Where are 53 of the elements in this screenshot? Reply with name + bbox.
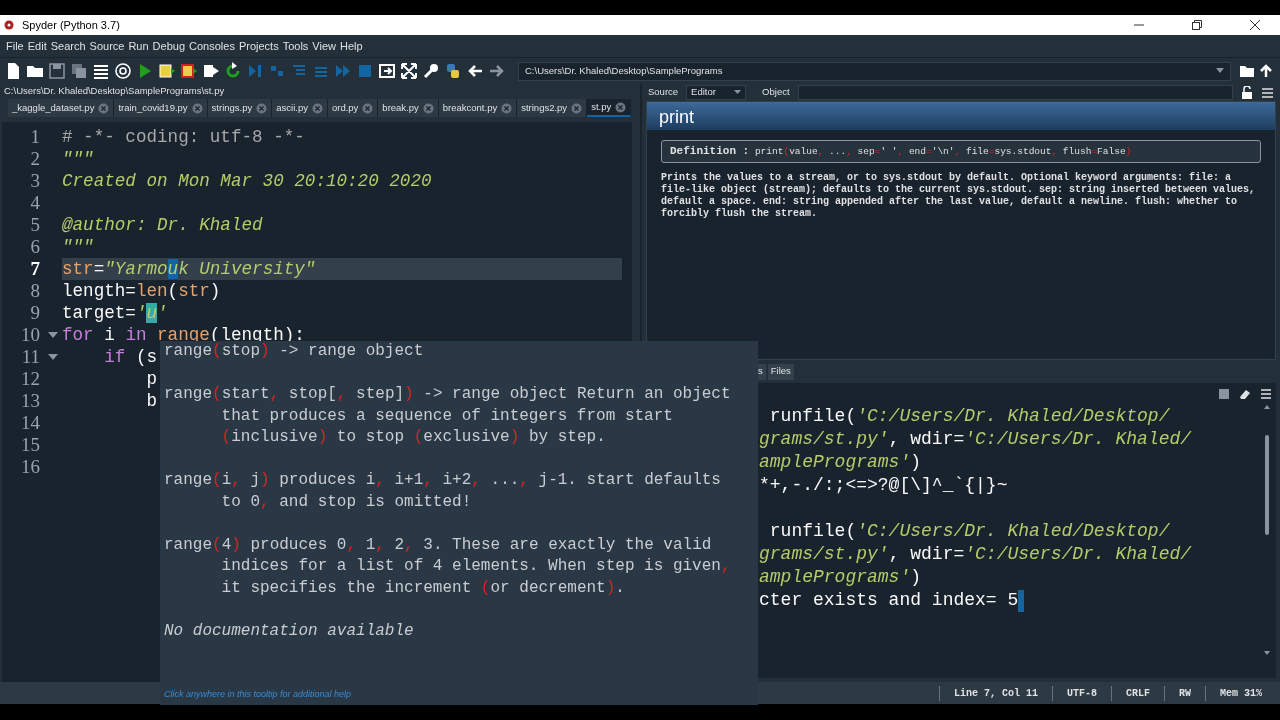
line-number: 14 xyxy=(20,412,40,434)
status-item: UTF-8 xyxy=(1051,685,1111,701)
line-number: 3 xyxy=(29,170,40,192)
code-line: target='u' xyxy=(62,303,168,323)
tooltip-text: range(stop) -> range object xyxy=(164,342,425,362)
line-number: 16 xyxy=(20,456,40,478)
code-line: Created on Mon Mar 30 20:10:20 2020 xyxy=(62,171,432,191)
line-number: 13 xyxy=(20,390,40,412)
status-item: Mem 31% xyxy=(1205,685,1276,701)
help-text: Prints the values to a stream, or to sys.stdout by default. Optional keyword arguments: file: a file-like object (stream); defaults to the current sys.stdout. sep: string inserted between values, default a space. end: string appended after the last value, default a newline. flush: whether to forcibly flush the stream. xyxy=(661,171,1257,220)
line-number: 9 xyxy=(29,302,40,324)
line-number: 1 xyxy=(29,126,40,148)
status-item: CRLF xyxy=(1110,685,1164,701)
console-line: cter exists and index= 5 xyxy=(759,590,1019,610)
line-number: 8 xyxy=(29,280,40,302)
code-line: """ xyxy=(62,237,94,257)
code-line: @author: Dr. Khaled xyxy=(62,215,263,235)
tooltip-text: range(i, j) produces i, i+1, i+2, ..., j-1. start defaults to 0, and stop is omitted! xyxy=(164,470,722,513)
line-number: 6 xyxy=(29,236,40,258)
line-number: 11 xyxy=(20,346,40,368)
console-line: amplePrograms') xyxy=(759,452,922,472)
definition-box: Definition : print(value, ..., sep=' ', end='\n', file=sys.stdout, flush=False) xyxy=(661,140,1261,163)
tooltip-text: No documentation available xyxy=(164,620,415,642)
code-line: """ xyxy=(62,149,94,169)
line-number: 7 xyxy=(29,258,40,280)
source-label: Source xyxy=(648,85,679,100)
status-item: Line 7, Col 11 xyxy=(938,685,1052,701)
code-line: # -*- coding: utf-8 -*- xyxy=(62,127,305,147)
console-line: runfile('C:/Users/Dr. Khaled/Desktop/ xyxy=(768,406,1170,426)
tooltip-text: range(start, stop[, step]) -> range object Return an object that produces a sequence of integers from start (inclusive) to stop (exclusive) by step. xyxy=(164,384,732,448)
code-line: length=len(str) xyxy=(62,281,221,301)
code-line: str="Yarmouk University" xyxy=(62,259,316,279)
status-item: RW xyxy=(1163,685,1205,701)
console-line: amplePrograms') xyxy=(759,567,922,587)
help-title: print xyxy=(647,102,1275,130)
line-number: 15 xyxy=(20,434,40,456)
file-path: C:\Users\Dr. Khaled\Desktop\SamplePrograms\st.py xyxy=(4,83,225,98)
console-line: runfile('C:/Users/Dr. Khaled/Desktop/ xyxy=(768,521,1170,541)
line-number: 2 xyxy=(29,148,40,170)
line-number: 12 xyxy=(20,368,40,390)
code-line: if (s xyxy=(103,347,158,367)
line-number: 10 xyxy=(20,324,40,346)
code-line: p xyxy=(145,369,158,389)
code-line: b xyxy=(145,391,158,411)
tooltip-text: range(4) produces 0, 1, 2, 3. These are exactly the valid indices for a list of 4 elements. When step is given, it specifies the increment (or decrement). xyxy=(164,534,732,599)
line-number: 4 xyxy=(29,192,40,214)
tooltip-hint: Click anywhere in this tooltip for additional help xyxy=(164,687,352,701)
console-line: *+,-./:;<=>?@[\]^_`{|}~ xyxy=(759,475,1008,495)
console-line: grams/st.py', wdir='C:/Users/Dr. Khaled/ xyxy=(759,429,1192,449)
console-line: grams/st.py', wdir='C:/Users/Dr. Khaled/ xyxy=(759,544,1192,564)
window-title: Spyder (Python 3.7) xyxy=(22,17,120,33)
object-label: Object xyxy=(762,85,790,100)
line-number: 5 xyxy=(29,214,40,236)
